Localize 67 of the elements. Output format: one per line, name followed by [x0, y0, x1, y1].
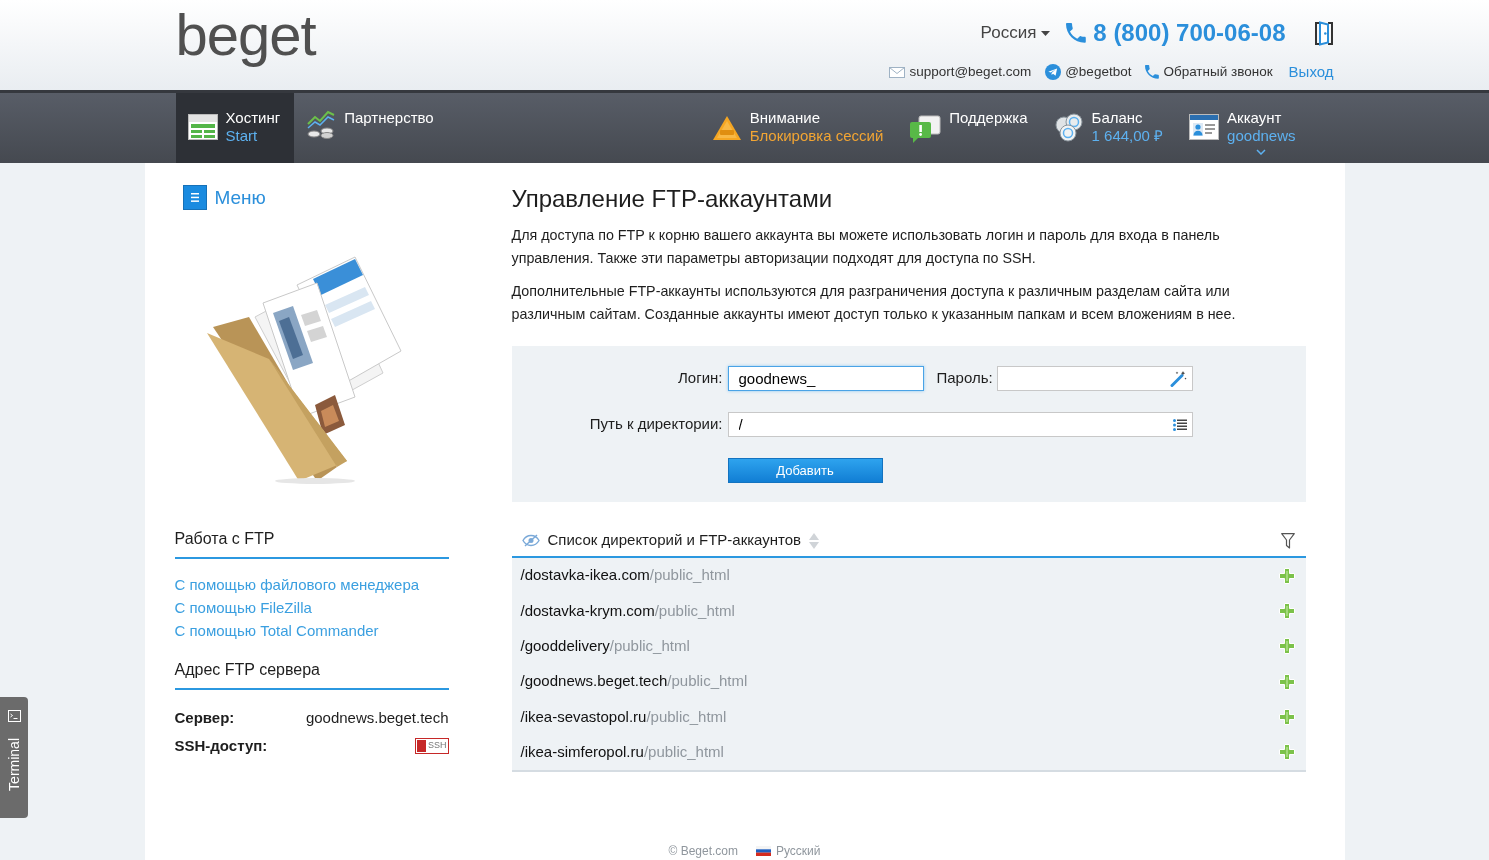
terminal-tab[interactable]: Terminal: [0, 697, 28, 818]
callback-link[interactable]: Обратный звонок: [1145, 62, 1273, 83]
phone-icon: [1066, 23, 1087, 43]
door-icon[interactable]: [1313, 20, 1334, 46]
page-title: Управление FTP-аккаунтами: [511, 185, 834, 213]
nav-tab[interactable]: Поддержка: [897, 93, 1042, 163]
email-link[interactable]: support@beget.com: [889, 62, 1032, 83]
directory-path[interactable]: /ikea-sevastopol.ru/public_html: [520, 705, 727, 729]
nav-subtitle: Start: [225, 127, 259, 145]
chevron-down-icon[interactable]: [1256, 149, 1267, 155]
directory-path-field[interactable]: /: [727, 412, 1193, 437]
password-label: Пароль:: [936, 368, 993, 389]
field-value: goodnews.beget.tech: [305, 707, 449, 728]
directory-path[interactable]: /dostavka-krym.com/public_html: [520, 599, 735, 623]
phone-icon: [1145, 65, 1160, 80]
chat-bubbles-icon: [909, 115, 942, 145]
description-text: Дополнительные FTP-аккаунты используются для разграничения доступа к различным разделам сайта или различным сайтам. Созданные аккаунты имеют доступ только к указанным папкам и всем вложениям в нее.: [511, 282, 1237, 324]
directory-path[interactable]: /dostavka-ikea.com/public_html: [520, 564, 730, 587]
toggle-knob-icon: [416, 740, 426, 752]
description-text: Для доступа по FTP к корню вашего аккаунта вы можете использовать логин и пароль для входа в панель управления. Также эти параметры авторизации подходят для доступа по SSH.: [511, 226, 1221, 268]
flag-icon: [756, 846, 771, 856]
menu-button[interactable]: Меню: [174, 185, 266, 210]
plus-icon[interactable]: [1278, 744, 1295, 761]
nav-subtitle: 1 644,00 ₽: [1091, 127, 1164, 145]
path-label: Путь к директории:: [588, 414, 723, 435]
plus-icon[interactable]: [1278, 708, 1295, 725]
plus-icon[interactable]: [1278, 567, 1295, 584]
login-field[interactable]: goodnews_: [727, 366, 924, 391]
directory-path[interactable]: /goodnews.beget.tech/public_html: [520, 670, 748, 693]
nav-tab[interactable]: Партнерство: [294, 93, 448, 163]
telegram-link[interactable]: @begetbot: [1045, 62, 1132, 83]
menu-icon: [182, 185, 207, 210]
list-icon[interactable]: [1172, 418, 1187, 431]
list-title: Список директорий и FTP-аккаунтов: [547, 530, 802, 551]
directory-path[interactable]: /ikea-simferopol.ru/public_html: [520, 740, 724, 764]
magic-wand-icon[interactable]: [1169, 370, 1187, 387]
filter-icon[interactable]: [1280, 532, 1295, 549]
chart-with-coins-icon: [306, 109, 337, 139]
nav-subtitle: Блокировка сессий: [749, 127, 884, 145]
section-title: Адрес FTP сервера: [174, 660, 321, 680]
section-title: Работа с FTP: [174, 529, 276, 549]
terminal-icon: [7, 710, 21, 722]
nav-subtitle: goodnews: [1227, 127, 1296, 145]
logo[interactable]: beget: [175, 6, 316, 68]
plus-icon[interactable]: [1278, 602, 1295, 619]
plus-icon[interactable]: [1278, 638, 1295, 655]
password-field[interactable]: [996, 366, 1193, 391]
caret-icon: [1041, 30, 1051, 36]
envelope-icon: [889, 66, 906, 78]
nav-tab[interactable]: Хостинг Start: [175, 93, 295, 163]
coins-icon: [1053, 112, 1084, 142]
nav-tab[interactable]: Аккаунт goodnews: [1177, 93, 1310, 163]
hidden-eye-icon[interactable]: [521, 534, 540, 547]
nav-tab[interactable]: Баланс 1 644,00 ₽: [1041, 93, 1178, 163]
sort-arrows-icon[interactable]: [809, 532, 820, 549]
warning-triangle-icon: [711, 115, 742, 141]
ssh-toggle[interactable]: SSH: [414, 738, 449, 754]
field-label: Сервер:: [174, 707, 235, 728]
region-dropdown[interactable]: Россия: [980, 20, 1051, 46]
browser-window-icon: [187, 114, 218, 140]
paper-plane-icon: [1045, 64, 1062, 81]
login-label: Логин:: [677, 368, 723, 389]
id-card-icon: [1189, 114, 1220, 140]
plus-icon[interactable]: [1278, 673, 1295, 690]
nav-tab[interactable]: Внимание Блокировка сессий: [699, 93, 898, 163]
directory-path[interactable]: /gooddelivery/public_html: [520, 635, 690, 658]
field-label: SSH-доступ:: [174, 735, 268, 756]
